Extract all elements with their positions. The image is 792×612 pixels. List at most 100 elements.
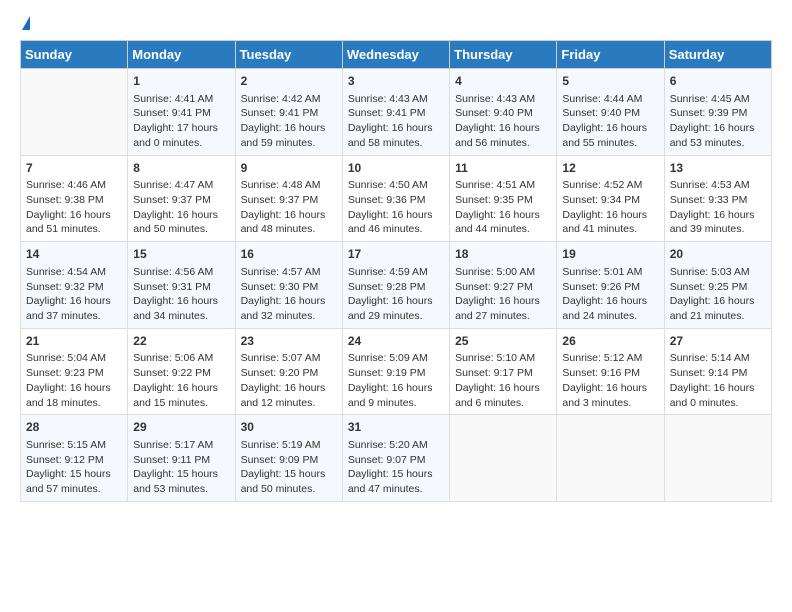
col-tuesday: Tuesday — [235, 41, 342, 69]
day-number: 12 — [562, 160, 658, 177]
day-number: 20 — [670, 246, 766, 263]
day-number: 14 — [26, 246, 122, 263]
calendar-cell — [557, 415, 664, 502]
day-info: Sunrise: 4:43 AM Sunset: 9:40 PM Dayligh… — [455, 92, 551, 151]
day-info: Sunrise: 5:10 AM Sunset: 9:17 PM Dayligh… — [455, 351, 551, 410]
calendar-table: Sunday Monday Tuesday Wednesday Thursday… — [20, 40, 772, 502]
day-number: 5 — [562, 73, 658, 90]
calendar-cell: 28 Sunrise: 5:15 AM Sunset: 9:12 PM Dayli… — [21, 415, 128, 502]
col-saturday: Saturday — [664, 41, 771, 69]
day-info: Sunrise: 5:06 AM Sunset: 9:22 PM Dayligh… — [133, 351, 229, 410]
day-info: Sunrise: 4:45 AM Sunset: 9:39 PM Dayligh… — [670, 92, 766, 151]
calendar-cell — [21, 69, 128, 156]
day-number: 3 — [348, 73, 444, 90]
day-info: Sunrise: 4:44 AM Sunset: 9:40 PM Dayligh… — [562, 92, 658, 151]
day-number: 27 — [670, 333, 766, 350]
day-info: Sunrise: 5:14 AM Sunset: 9:14 PM Dayligh… — [670, 351, 766, 410]
day-info: Sunrise: 5:04 AM Sunset: 9:23 PM Dayligh… — [26, 351, 122, 410]
week-row-2: 7Sunrise: 4:46 AM Sunset: 9:38 PM Daylig… — [21, 155, 772, 242]
calendar-cell: 23Sunrise: 5:07 AM Sunset: 9:20 PM Dayli… — [235, 328, 342, 415]
calendar-cell: 29Sunrise: 5:17 AM Sunset: 9:11 PM Dayli… — [128, 415, 235, 502]
calendar-cell: 20Sunrise: 5:03 AM Sunset: 9:25 PM Dayli… — [664, 242, 771, 329]
day-info: Sunrise: 4:46 AM Sunset: 9:38 PM Dayligh… — [26, 178, 122, 237]
col-sunday: Sunday — [21, 41, 128, 69]
day-number: 10 — [348, 160, 444, 177]
calendar-cell: 6 Sunrise: 4:45 AM Sunset: 9:39 PM Daylig… — [664, 69, 771, 156]
calendar-cell — [450, 415, 557, 502]
calendar-cell: 14Sunrise: 4:54 AM Sunset: 9:32 PM Dayli… — [21, 242, 128, 329]
day-number: 24 — [348, 333, 444, 350]
day-info: Sunrise: 5:09 AM Sunset: 9:19 PM Dayligh… — [348, 351, 444, 410]
header-row: Sunday Monday Tuesday Wednesday Thursday… — [21, 41, 772, 69]
day-number: 7 — [26, 160, 122, 177]
logo-triangle-icon — [22, 16, 30, 30]
calendar-cell: 9Sunrise: 4:48 AM Sunset: 9:37 PM Daylig… — [235, 155, 342, 242]
day-info: Sunrise: 5:20 AM Sunset: 9:07 PM Dayligh… — [348, 438, 444, 497]
calendar-body: 1Sunrise: 4:41 AM Sunset: 9:41 PM Daylig… — [21, 69, 772, 502]
day-number: 6 — [670, 73, 766, 90]
calendar-cell: 5 Sunrise: 4:44 AM Sunset: 9:40 PM Daylig… — [557, 69, 664, 156]
day-number: 13 — [670, 160, 766, 177]
day-number: 26 — [562, 333, 658, 350]
week-row-1: 1Sunrise: 4:41 AM Sunset: 9:41 PM Daylig… — [21, 69, 772, 156]
day-number: 30 — [241, 419, 337, 436]
week-row-4: 21Sunrise: 5:04 AM Sunset: 9:23 PM Dayli… — [21, 328, 772, 415]
calendar-cell: 1Sunrise: 4:41 AM Sunset: 9:41 PM Daylig… — [128, 69, 235, 156]
calendar-cell: 18 Sunrise: 5:00 AM Sunset: 9:27 PM Dayli… — [450, 242, 557, 329]
day-number: 28 — [26, 419, 122, 436]
calendar-cell: 7Sunrise: 4:46 AM Sunset: 9:38 PM Daylig… — [21, 155, 128, 242]
day-number: 4 — [455, 73, 551, 90]
page-header — [20, 16, 772, 30]
calendar-header: Sunday Monday Tuesday Wednesday Thursday… — [21, 41, 772, 69]
day-info: Sunrise: 5:07 AM Sunset: 9:20 PM Dayligh… — [241, 351, 337, 410]
day-info: Sunrise: 5:00 AM Sunset: 9:27 PM Dayligh… — [455, 265, 551, 324]
day-number: 21 — [26, 333, 122, 350]
day-number: 31 — [348, 419, 444, 436]
calendar-cell — [664, 415, 771, 502]
day-info: Sunrise: 4:47 AM Sunset: 9:37 PM Dayligh… — [133, 178, 229, 237]
calendar-cell: 4 Sunrise: 4:43 AM Sunset: 9:40 PM Daylig… — [450, 69, 557, 156]
calendar-cell: 19 Sunrise: 5:01 AM Sunset: 9:26 PM Dayli… — [557, 242, 664, 329]
calendar-cell: 25Sunrise: 5:10 AM Sunset: 9:17 PM Dayli… — [450, 328, 557, 415]
day-number: 18 — [455, 246, 551, 263]
day-info: Sunrise: 4:51 AM Sunset: 9:35 PM Dayligh… — [455, 178, 551, 237]
day-number: 8 — [133, 160, 229, 177]
day-number: 16 — [241, 246, 337, 263]
day-number: 11 — [455, 160, 551, 177]
week-row-3: 14Sunrise: 4:54 AM Sunset: 9:32 PM Dayli… — [21, 242, 772, 329]
day-info: Sunrise: 4:53 AM Sunset: 9:33 PM Dayligh… — [670, 178, 766, 237]
day-info: Sunrise: 4:59 AM Sunset: 9:28 PM Dayligh… — [348, 265, 444, 324]
day-info: Sunrise: 5:17 AM Sunset: 9:11 PM Dayligh… — [133, 438, 229, 497]
calendar-cell: 11Sunrise: 4:51 AM Sunset: 9:35 PM Dayli… — [450, 155, 557, 242]
day-number: 9 — [241, 160, 337, 177]
day-info: Sunrise: 4:50 AM Sunset: 9:36 PM Dayligh… — [348, 178, 444, 237]
col-monday: Monday — [128, 41, 235, 69]
calendar-cell: 26Sunrise: 5:12 AM Sunset: 9:16 PM Dayli… — [557, 328, 664, 415]
calendar-cell: 10Sunrise: 4:50 AM Sunset: 9:36 PM Dayli… — [342, 155, 449, 242]
day-info: Sunrise: 4:57 AM Sunset: 9:30 PM Dayligh… — [241, 265, 337, 324]
day-number: 17 — [348, 246, 444, 263]
day-info: Sunrise: 5:15 AM Sunset: 9:12 PM Dayligh… — [26, 438, 122, 497]
week-row-5: 28 Sunrise: 5:15 AM Sunset: 9:12 PM Dayli… — [21, 415, 772, 502]
col-friday: Friday — [557, 41, 664, 69]
calendar-cell: 30Sunrise: 5:19 AM Sunset: 9:09 PM Dayli… — [235, 415, 342, 502]
day-number: 22 — [133, 333, 229, 350]
day-number: 19 — [562, 246, 658, 263]
day-info: Sunrise: 4:56 AM Sunset: 9:31 PM Dayligh… — [133, 265, 229, 324]
calendar-cell: 2Sunrise: 4:42 AM Sunset: 9:41 PM Daylig… — [235, 69, 342, 156]
day-number: 15 — [133, 246, 229, 263]
calendar-cell: 17 Sunrise: 4:59 AM Sunset: 9:28 PM Dayli… — [342, 242, 449, 329]
calendar-cell: 12Sunrise: 4:52 AM Sunset: 9:34 PM Dayli… — [557, 155, 664, 242]
day-number: 25 — [455, 333, 551, 350]
day-number: 23 — [241, 333, 337, 350]
day-number: 2 — [241, 73, 337, 90]
calendar-cell: 8Sunrise: 4:47 AM Sunset: 9:37 PM Daylig… — [128, 155, 235, 242]
day-info: Sunrise: 4:48 AM Sunset: 9:37 PM Dayligh… — [241, 178, 337, 237]
col-thursday: Thursday — [450, 41, 557, 69]
calendar-cell: 22Sunrise: 5:06 AM Sunset: 9:22 PM Dayli… — [128, 328, 235, 415]
calendar-cell: 15 Sunrise: 4:56 AM Sunset: 9:31 PM Dayli… — [128, 242, 235, 329]
day-number: 1 — [133, 73, 229, 90]
calendar-cell: 21Sunrise: 5:04 AM Sunset: 9:23 PM Dayli… — [21, 328, 128, 415]
day-info: Sunrise: 5:01 AM Sunset: 9:26 PM Dayligh… — [562, 265, 658, 324]
calendar-cell: 24Sunrise: 5:09 AM Sunset: 9:19 PM Dayli… — [342, 328, 449, 415]
